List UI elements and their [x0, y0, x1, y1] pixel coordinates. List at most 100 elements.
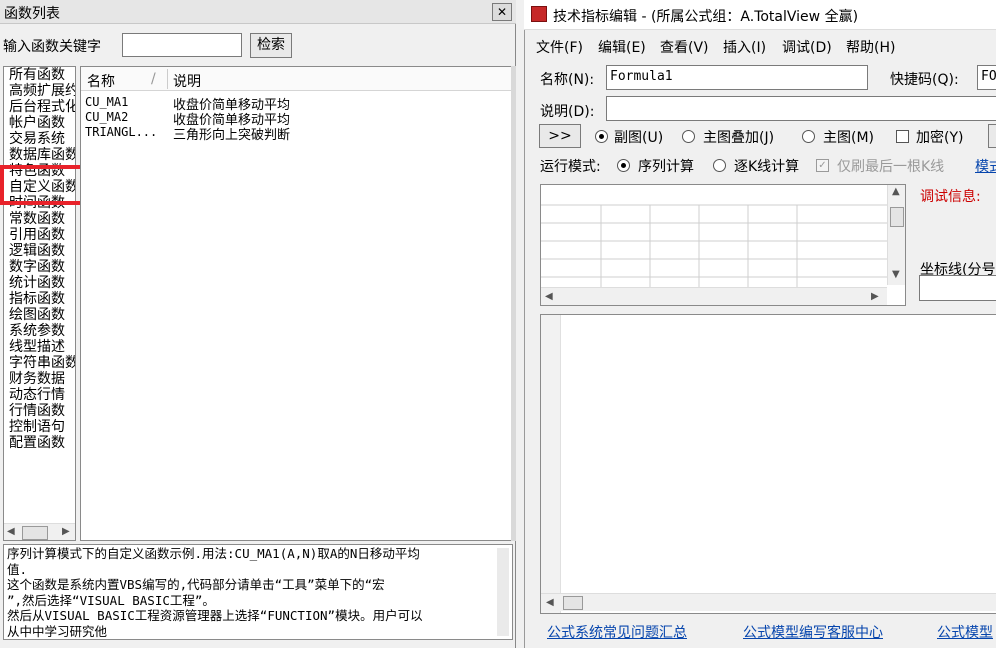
shortcut-input[interactable]: FO: [977, 65, 996, 90]
category-list[interactable]: 所有函数 高频扩展约 后台程式化 帐户函数 交易系统 数据库函数 特色函数 自定义函数 时间函数…: [3, 66, 76, 541]
horizontal-scrollbar[interactable]: ◀ ▶: [4, 523, 75, 540]
coordinate-line-input[interactable]: [919, 275, 996, 301]
help-link[interactable]: 公式模型编写客服中心: [743, 622, 883, 642]
radio-main-overlay[interactable]: [682, 130, 695, 143]
parameter-grid[interactable]: ▲ ▼ ◀ ▶: [540, 184, 906, 306]
category-item[interactable]: 财务数据: [9, 371, 65, 387]
radio-series-calc[interactable]: [617, 159, 630, 172]
series-calc-label: 序列计算: [638, 159, 694, 175]
scroll-left-icon[interactable]: ◀: [545, 291, 553, 302]
window-title: 函数列表: [4, 6, 60, 22]
name-input[interactable]: Formula1: [606, 65, 868, 90]
function-desc[interactable]: 三角形向上突破判断: [173, 124, 290, 143]
table-header: 名称 / 说明: [81, 67, 512, 91]
expand-button[interactable]: >>: [539, 124, 581, 148]
scroll-left-icon[interactable]: ◀: [7, 526, 15, 537]
column-header-name[interactable]: 名称: [87, 71, 115, 91]
keyword-label: 输入函数关键字: [3, 39, 101, 55]
column-divider: [167, 69, 168, 89]
selection-highlight: [0, 165, 87, 205]
option-sub-chart-label: 副图(U): [614, 130, 664, 146]
grid-cells[interactable]: [541, 185, 887, 287]
menu-item[interactable]: 调试(D): [782, 37, 832, 57]
encrypt-checkbox[interactable]: [896, 130, 909, 143]
radio-per-bar-calc[interactable]: [713, 159, 726, 172]
grid-horizontal-scrollbar[interactable]: ◀ ▶: [541, 287, 887, 305]
option-main-chart-label: 主图(M): [823, 130, 875, 146]
description-scrollbar[interactable]: [497, 548, 509, 636]
editor-horizontal-scrollbar[interactable]: ◀: [541, 593, 996, 611]
category-item[interactable]: 数字函数: [9, 259, 65, 275]
category-item[interactable]: 系统参数: [9, 323, 65, 339]
shortcut-label: 快捷码(Q):: [890, 72, 959, 88]
category-item[interactable]: 高频扩展约: [9, 83, 75, 99]
option-main-overlay-label: 主图叠加(J): [703, 130, 775, 146]
scroll-right-icon[interactable]: ▶: [871, 291, 879, 302]
run-mode-label: 运行模式:: [540, 159, 601, 175]
category-item[interactable]: 动态行情: [9, 387, 65, 403]
function-table[interactable]: 名称 / 说明 CU_MA1 收盘价简单移动平均 CU_MA2 收盘价简单移动平均 TR…: [80, 66, 513, 541]
scroll-left-icon[interactable]: ◀: [546, 597, 554, 608]
category-item[interactable]: 指标函数: [9, 291, 65, 307]
radio-main-chart[interactable]: [802, 130, 815, 143]
encrypt-label: 加密(Y): [916, 130, 964, 146]
category-item[interactable]: 数据库函数: [9, 147, 75, 163]
vertical-scrollbar[interactable]: [511, 66, 516, 541]
toolbar-button-partial[interactable]: [988, 124, 996, 148]
radio-sub-chart[interactable]: [595, 130, 608, 143]
function-name[interactable]: CU_MA2: [85, 110, 128, 124]
description-line: 这个函数是系统内置VBS编写的,代码部分请单击“工具”菜单下的“宏: [7, 577, 385, 592]
menu-item[interactable]: 查看(V): [660, 37, 709, 57]
category-item[interactable]: 行情函数: [9, 403, 65, 419]
scroll-right-icon[interactable]: ▶: [62, 526, 70, 537]
scroll-thumb[interactable]: [890, 207, 904, 227]
help-link[interactable]: 公式系统常见问题汇总: [547, 622, 687, 642]
category-item[interactable]: 后台程式化: [9, 99, 75, 115]
category-item[interactable]: 配置函数: [9, 435, 65, 451]
description-line: 序列计算模式下的自定义函数示例.用法:CU_MA1(A,N)取A的N日移动平均: [7, 546, 420, 561]
description-line: 从中中学习研究他: [7, 623, 108, 639]
category-item[interactable]: 常数函数: [9, 211, 65, 227]
keyword-input[interactable]: [122, 33, 242, 57]
refresh-last-checkbox[interactable]: ✓: [816, 159, 829, 172]
category-item[interactable]: 统计函数: [9, 275, 65, 291]
scroll-thumb[interactable]: [22, 526, 48, 540]
category-item[interactable]: 控制语句: [9, 419, 65, 435]
scroll-thumb[interactable]: [563, 596, 583, 610]
category-item[interactable]: 字符串函数: [9, 355, 75, 371]
grid-vertical-scrollbar[interactable]: ▲ ▼: [887, 185, 905, 285]
category-item[interactable]: 绘图函数: [9, 307, 65, 323]
category-item[interactable]: 逻辑函数: [9, 243, 65, 259]
title-bar: [0, 0, 516, 24]
function-name[interactable]: CU_MA1: [85, 95, 128, 109]
menu-item[interactable]: 插入(I): [723, 37, 766, 57]
per-bar-calc-label: 逐K线计算: [734, 159, 800, 175]
category-item[interactable]: 帐户函数: [9, 115, 65, 131]
code-editor[interactable]: ◀: [540, 314, 996, 614]
name-label: 名称(N):: [540, 72, 595, 88]
close-icon[interactable]: ✕: [492, 3, 512, 21]
search-button[interactable]: 检索: [250, 33, 292, 58]
menu-item[interactable]: 编辑(E): [598, 37, 646, 57]
model-link[interactable]: 模式: [975, 156, 996, 176]
function-description: 序列计算模式下的自定义函数示例.用法:CU_MA1(A,N)取A的N日移动平均值…: [3, 544, 513, 640]
category-item[interactable]: 线型描述: [9, 339, 65, 355]
desc-input[interactable]: [606, 96, 996, 121]
desc-label: 说明(D):: [540, 104, 595, 120]
debug-info-label: 调试信息:: [920, 189, 981, 205]
category-item[interactable]: 交易系统: [9, 131, 65, 147]
menu-item[interactable]: 帮助(H): [846, 37, 895, 57]
help-link[interactable]: 公式模型: [937, 622, 993, 642]
category-item[interactable]: 引用函数: [9, 227, 65, 243]
scroll-down-icon[interactable]: ▼: [892, 269, 900, 280]
refresh-last-label: 仅刷最后一根K线: [837, 159, 945, 175]
category-item[interactable]: 所有函数: [9, 67, 65, 83]
menu-item[interactable]: 文件(F): [536, 37, 583, 57]
app-icon: [531, 6, 547, 22]
scroll-up-icon[interactable]: ▲: [892, 186, 900, 197]
editor-gutter: [541, 315, 561, 613]
description-line: ”,然后选择“VISUAL BASIC工程”。: [7, 592, 215, 608]
column-header-desc[interactable]: 说明: [173, 71, 201, 91]
function-name[interactable]: TRIANGL...: [85, 125, 157, 139]
window-title: 技术指标编辑 - (所属公式组：A.TotalView 全赢): [553, 9, 859, 25]
